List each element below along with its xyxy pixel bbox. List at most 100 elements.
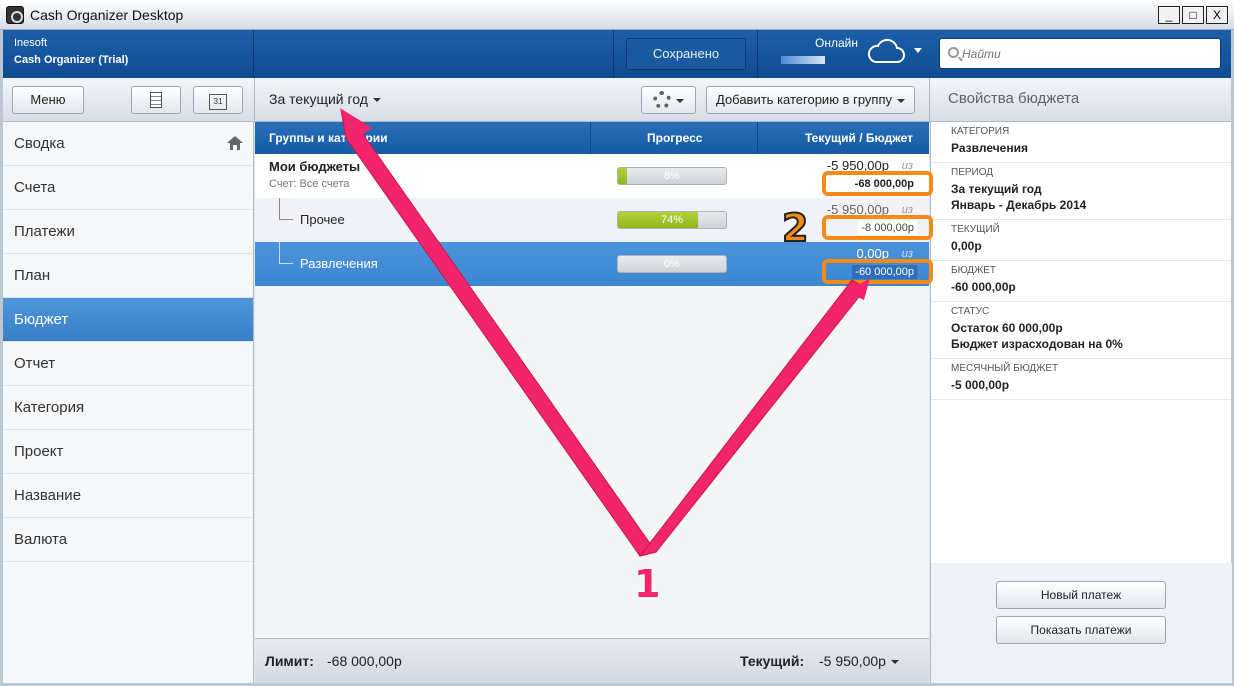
current-total-value[interactable]: -5 950,00р [819, 653, 899, 669]
prop-status: Статус Остаток 60 000,00р Бюджет израсхо… [931, 302, 1231, 359]
close-button[interactable]: X [1206, 6, 1228, 24]
window-title: Cash Organizer Desktop [30, 7, 184, 23]
cloud-icon[interactable] [867, 38, 905, 66]
sidebar-item-budget[interactable]: Бюджет [3, 298, 253, 342]
annotation-number-2: 2 [781, 205, 809, 251]
row-name: Мои бюджеты [269, 159, 361, 174]
prop-value: Бюджет израсходован на 0% [951, 337, 1123, 351]
sidebar-item-label: Платежи [14, 223, 75, 240]
sidebar-item-project[interactable]: Проект [3, 430, 253, 474]
search-box[interactable] [939, 38, 1221, 69]
sidebar-item-label: Название [14, 487, 82, 504]
progress-bar: 74% [617, 211, 727, 229]
window-controls: _ □ X [1158, 6, 1228, 24]
saved-area: Сохранено [613, 30, 758, 78]
header-progress[interactable]: Прогресс [647, 131, 702, 145]
prop-budget: Бюджет -60 000,00р [931, 261, 1231, 302]
prop-period: Период За текущий год Январь - Декабрь 2… [931, 163, 1231, 220]
saved-button[interactable]: Сохранено [626, 38, 746, 70]
add-category-label: Добавить категорию в группу [716, 92, 892, 107]
sidebar-item-label: Счета [14, 179, 56, 196]
prop-label: Статус [951, 306, 990, 317]
prop-monthly-budget: Месячный бюджет -5 000,00р [931, 359, 1231, 400]
sidebar-item-label: Категория [14, 399, 85, 416]
prop-value: Остаток 60 000,00р [951, 321, 1063, 335]
sidebar-item-label: Проект [14, 443, 64, 460]
calendar-icon: 31 [209, 94, 227, 110]
minimize-button[interactable]: _ [1158, 6, 1180, 24]
progress-bar: 0% [617, 255, 727, 273]
limit-label: Лимит: [265, 653, 314, 669]
progress-label: 8% [664, 170, 680, 182]
sidebar-item-report[interactable]: Отчет [3, 342, 253, 386]
sidebar-item-category[interactable]: Категория [3, 386, 253, 430]
prop-value: Развлечения [951, 141, 1028, 155]
budget-properties-panel: Категория Развлечения Период За текущий … [930, 122, 1232, 683]
prop-category: Категория Развлечения [931, 122, 1231, 163]
prop-label: Бюджет [951, 265, 997, 276]
prop-value: -60 000,00р [951, 280, 1016, 294]
current-total-label: Текущий: [740, 653, 805, 669]
sidebar-item-label: Сводка [14, 135, 65, 152]
settings-button[interactable] [641, 86, 696, 114]
company-name: Inesoft [14, 37, 48, 49]
account-info: Inesoft Cash Organizer (Trial) [3, 30, 254, 78]
sidebar-item-accounts[interactable]: Счета [3, 166, 253, 210]
prop-label: Период [951, 167, 994, 178]
search-icon [948, 47, 959, 58]
cloud-menu-caret-icon[interactable] [914, 48, 922, 53]
row-account: Счет: Все счета [269, 178, 350, 190]
online-status: Онлайн [815, 36, 858, 50]
sidebar: Сводка Счета Платежи План Бюджет Отчет К… [3, 122, 254, 683]
budget-table: Группы и категории Прогресс Текущий / Бю… [255, 122, 929, 683]
row-name: Развлечения [300, 256, 378, 271]
sync-bar [781, 56, 825, 64]
highlight-box [822, 215, 933, 240]
chevron-down-icon [372, 98, 381, 103]
prop-current: Текущий 0,00р [931, 220, 1231, 261]
sidebar-item-currency[interactable]: Валюта [3, 518, 253, 562]
sidebar-item-label: Валюта [14, 531, 68, 548]
menu-button[interactable]: Меню [12, 86, 84, 114]
prop-value: Январь - Декабрь 2014 [951, 198, 1087, 212]
header-current-budget[interactable]: Текущий / Бюджет [805, 131, 913, 145]
new-payment-button[interactable]: Новый платеж [996, 581, 1166, 609]
table-header: Группы и категории Прогресс Текущий / Бю… [255, 122, 929, 154]
chevron-down-icon [896, 98, 905, 103]
chevron-down-icon [676, 98, 684, 103]
progress-label: 74% [660, 214, 684, 226]
header-groups[interactable]: Группы и категории [269, 131, 387, 145]
home-icon[interactable] [227, 136, 243, 150]
maximize-button[interactable]: □ [1182, 6, 1204, 24]
prop-label: Месячный бюджет [951, 363, 1059, 374]
sidebar-item-payee[interactable]: Название [3, 474, 253, 518]
toolbar: Меню 31 За текущий год Добавить категори… [3, 78, 1231, 122]
calculator-button[interactable] [131, 86, 181, 114]
highlight-box [822, 259, 933, 284]
sidebar-item-label: План [14, 267, 51, 284]
sidebar-item-payments[interactable]: Платежи [3, 210, 253, 254]
app-header: Inesoft Cash Organizer (Trial) Сохранено… [3, 30, 1231, 78]
sidebar-item-plan[interactable]: План [3, 254, 253, 298]
calculator-icon [150, 92, 162, 108]
sidebar-item-label: Бюджет [14, 311, 69, 328]
search-input[interactable] [962, 44, 1212, 64]
limit-value: -68 000,00р [327, 653, 402, 669]
calendar-button[interactable]: 31 [193, 86, 243, 114]
period-dropdown[interactable]: За текущий год [269, 91, 381, 107]
current-total-amount: -5 950,00р [819, 653, 886, 669]
progress-bar: 8% [617, 167, 727, 185]
prop-value: За текущий год [951, 182, 1042, 196]
product-name: Cash Organizer (Trial) [14, 54, 129, 66]
properties-title: Свойства бюджета [948, 90, 1080, 107]
prop-value: 0,00р [951, 239, 982, 253]
show-payments-button[interactable]: Показать платежи [996, 616, 1166, 644]
period-label: За текущий год [269, 91, 368, 107]
gear-icon [653, 91, 671, 109]
add-category-button[interactable]: Добавить категорию в группу [706, 86, 915, 114]
sidebar-item-label: Отчет [14, 355, 56, 372]
highlight-box [822, 171, 933, 196]
sidebar-item-summary[interactable]: Сводка [3, 122, 253, 166]
progress-label: 0% [664, 258, 680, 270]
annotation-number-1: 1 [634, 562, 661, 606]
